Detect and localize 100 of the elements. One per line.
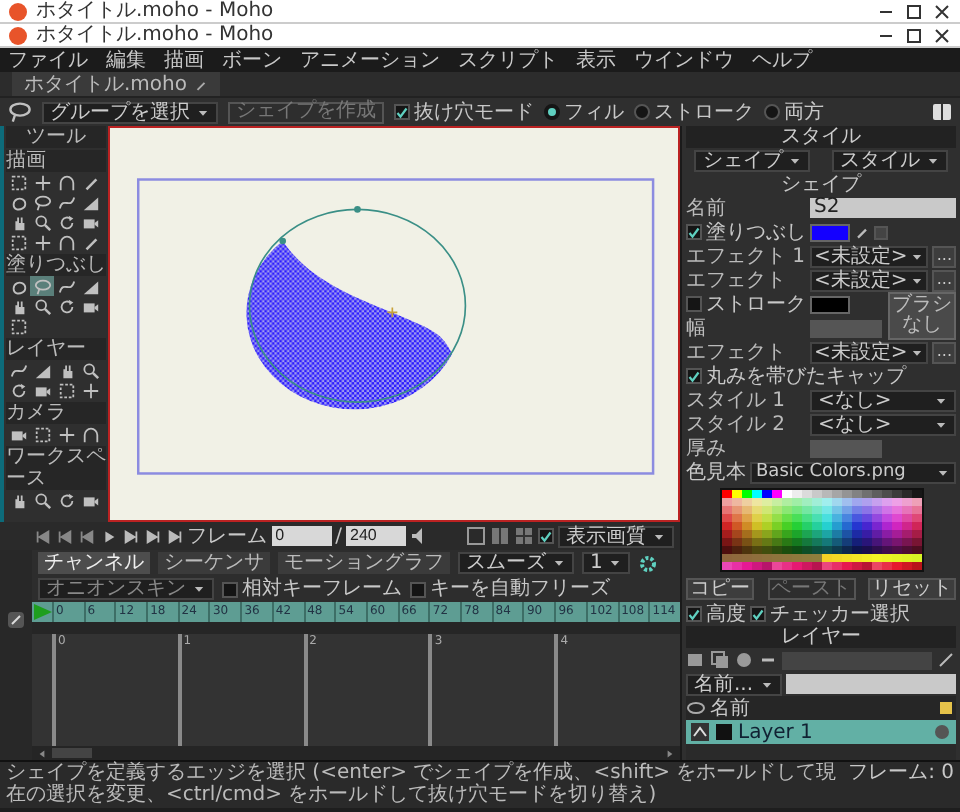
radio-button[interactable] bbox=[544, 104, 560, 120]
checkbox[interactable] bbox=[686, 368, 702, 384]
menu-item[interactable]: ウインドウ bbox=[634, 49, 734, 71]
width-field[interactable] bbox=[810, 319, 882, 337]
radio-button[interactable] bbox=[764, 104, 780, 120]
book-icon[interactable] bbox=[932, 102, 952, 122]
step-back-icon[interactable] bbox=[55, 527, 74, 545]
menu-item[interactable]: 表示 bbox=[576, 49, 616, 71]
tool-button[interactable] bbox=[6, 316, 30, 336]
single-view-icon[interactable] bbox=[466, 526, 486, 546]
tool-button[interactable] bbox=[54, 276, 78, 296]
palette-button[interactable]: リセット bbox=[868, 578, 956, 600]
small-swatch[interactable] bbox=[874, 225, 888, 239]
checkbox[interactable] bbox=[686, 296, 702, 312]
brush-button[interactable]: ブラシなし bbox=[888, 292, 956, 340]
step-forward-icon[interactable] bbox=[143, 527, 162, 545]
palette-button[interactable]: コピー bbox=[686, 578, 754, 600]
group-select-dropdown[interactable]: グループを選択 bbox=[42, 101, 218, 123]
tool-button[interactable] bbox=[54, 172, 78, 192]
effect-dropdown[interactable]: <未設定> bbox=[810, 269, 929, 291]
timeline-tab[interactable]: モーショングラフ bbox=[278, 552, 450, 574]
tool-button[interactable] bbox=[6, 172, 30, 192]
effect-dropdown[interactable]: <未設定> bbox=[810, 245, 929, 267]
duplicate-icon[interactable] bbox=[710, 650, 730, 670]
point-handle[interactable] bbox=[354, 206, 361, 213]
checkbox[interactable] bbox=[410, 581, 426, 597]
tool-button[interactable] bbox=[6, 360, 30, 380]
menu-item[interactable]: アニメーション bbox=[300, 49, 440, 71]
lasso-icon[interactable] bbox=[8, 100, 32, 124]
ellipse-outline[interactable] bbox=[248, 208, 467, 403]
close-icon[interactable] bbox=[932, 25, 952, 45]
tool-button[interactable] bbox=[30, 424, 54, 444]
tool-button[interactable] bbox=[78, 424, 102, 444]
interval-dropdown[interactable]: 1 bbox=[582, 552, 631, 574]
search-field[interactable] bbox=[785, 674, 956, 694]
close-icon[interactable] bbox=[932, 1, 952, 21]
swatches-dropdown[interactable]: Basic Colors.png bbox=[750, 461, 956, 483]
tool-button[interactable] bbox=[30, 212, 54, 232]
tool-button[interactable] bbox=[30, 490, 54, 510]
tool-button[interactable] bbox=[54, 380, 78, 400]
total-frames-input[interactable]: 240 bbox=[346, 526, 406, 546]
fast-forward-icon[interactable] bbox=[121, 527, 140, 545]
menu-item[interactable]: ヘルプ bbox=[752, 49, 812, 71]
tool-button[interactable] bbox=[30, 172, 54, 192]
checkbox[interactable] bbox=[394, 104, 410, 120]
menu-item[interactable]: 描画 bbox=[164, 49, 204, 71]
timeline-tab[interactable]: シーケンサ bbox=[158, 552, 270, 574]
panel-dropdown[interactable]: シェイプ bbox=[694, 149, 811, 171]
point-handle[interactable] bbox=[279, 237, 287, 245]
scrollbar-thumb[interactable] bbox=[52, 748, 92, 758]
split-view-icon[interactable] bbox=[490, 526, 510, 546]
checkbox[interactable] bbox=[686, 606, 702, 622]
tool-button[interactable] bbox=[54, 424, 78, 444]
thickness-field[interactable] bbox=[810, 439, 882, 457]
more-button[interactable]: ... bbox=[932, 341, 956, 363]
interpolation-dropdown[interactable]: スムーズ bbox=[458, 552, 574, 574]
expand-icon[interactable] bbox=[6, 610, 26, 630]
tool-button[interactable] bbox=[78, 360, 102, 380]
frame-input[interactable]: 0 bbox=[271, 526, 332, 546]
sort-dropdown[interactable]: 名前... bbox=[686, 673, 782, 695]
menu-item[interactable]: 編集 bbox=[106, 49, 146, 71]
layer-row[interactable]: Layer 1 bbox=[686, 720, 956, 744]
onion-skin-dropdown[interactable]: オニオンスキン bbox=[38, 578, 214, 600]
menu-item[interactable]: ボーン bbox=[222, 49, 282, 71]
tool-button[interactable] bbox=[30, 192, 54, 212]
menu-item[interactable]: ファイル bbox=[8, 49, 88, 71]
document-tab[interactable]: ホタイトル.moho bbox=[12, 72, 219, 96]
effect-dropdown[interactable]: <未設定> bbox=[810, 341, 929, 363]
radio-button[interactable] bbox=[634, 104, 650, 120]
tool-button[interactable] bbox=[30, 296, 54, 316]
color-palette[interactable] bbox=[719, 488, 923, 572]
new-layer-icon[interactable] bbox=[686, 650, 706, 670]
checkbox[interactable] bbox=[686, 224, 702, 240]
fill-color-swatch[interactable] bbox=[810, 223, 850, 241]
more-button[interactable]: ... bbox=[932, 245, 956, 267]
more-button[interactable]: ... bbox=[932, 269, 956, 291]
menu-item[interactable]: スクリプト bbox=[458, 49, 558, 71]
gear-icon[interactable] bbox=[638, 553, 659, 573]
panel-dropdown[interactable]: スタイル bbox=[831, 149, 948, 171]
quality-dropdown[interactable]: 表示画質 bbox=[558, 525, 674, 547]
style-dropdown[interactable]: <なし> bbox=[810, 389, 956, 411]
timeline-tab[interactable]: チャンネル bbox=[38, 552, 150, 574]
stroke-color-swatch[interactable] bbox=[810, 295, 850, 313]
checkbox[interactable] bbox=[222, 581, 238, 597]
style-dropdown[interactable]: <なし> bbox=[810, 413, 956, 435]
checkbox[interactable] bbox=[750, 606, 766, 622]
checkbox[interactable] bbox=[538, 528, 554, 544]
tool-button[interactable] bbox=[78, 380, 102, 400]
rewind-icon[interactable] bbox=[77, 527, 96, 545]
tool-button[interactable] bbox=[30, 232, 54, 252]
layer-filter-field[interactable] bbox=[782, 651, 932, 669]
tool-button[interactable] bbox=[6, 232, 30, 252]
tool-button[interactable] bbox=[54, 192, 78, 212]
name-field[interactable]: S2 bbox=[810, 198, 956, 218]
tool-button[interactable] bbox=[54, 232, 78, 252]
skip-forward-icon[interactable] bbox=[165, 527, 184, 545]
play-icon[interactable] bbox=[99, 527, 118, 545]
skip-back-icon[interactable] bbox=[33, 527, 52, 545]
section-label: 描画 bbox=[6, 150, 106, 172]
filled-shape[interactable] bbox=[246, 240, 453, 410]
